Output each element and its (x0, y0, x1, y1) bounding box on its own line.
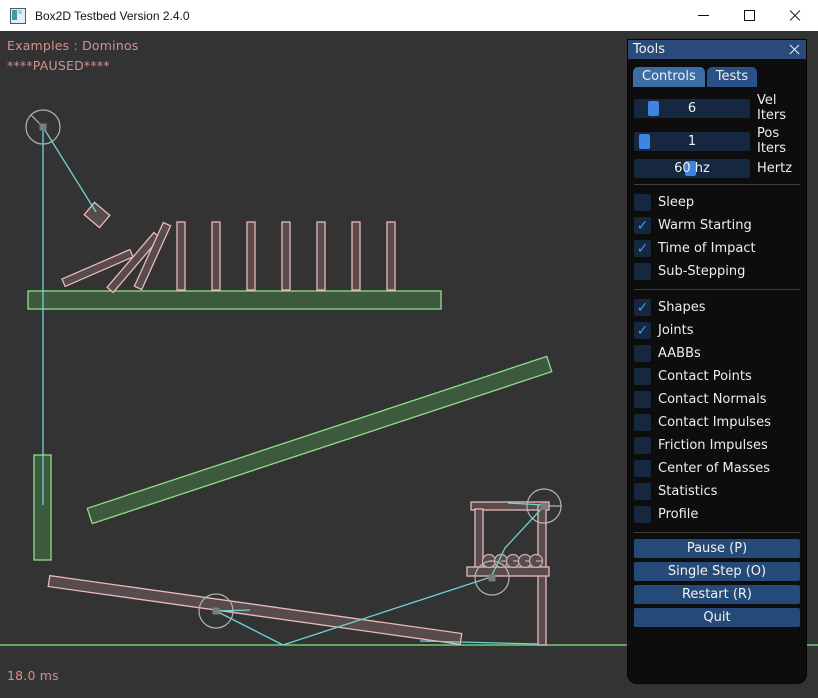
checkbox[interactable] (634, 391, 651, 408)
checkbox-row-joints[interactable]: Joints (634, 319, 800, 342)
paused-label: ****PAUSED**** (7, 58, 110, 73)
minimize-icon (698, 15, 709, 16)
checkbox-row-center-of-masses[interactable]: Center of Masses (634, 457, 800, 480)
frame-left-post (475, 509, 483, 573)
vel-iters-label: Vel Iters (757, 93, 800, 123)
frame-time-label: 18.0 ms (7, 668, 59, 683)
checkbox-row-statistics[interactable]: Statistics (634, 480, 800, 503)
checkbox[interactable] (634, 483, 651, 500)
maximize-button[interactable] (726, 0, 772, 31)
angled-green-plank (87, 356, 552, 523)
window-titlebar[interactable]: Box2D Testbed Version 2.4.0 (0, 0, 818, 31)
domino-standing-7 (387, 222, 395, 290)
tools-panel: Tools Controls Tests 6 Vel Iters (628, 40, 806, 683)
checkbox[interactable] (634, 194, 651, 211)
checkbox[interactable] (634, 345, 651, 362)
hertz-slider[interactable]: 60 hz (634, 159, 750, 178)
anchor-square-1 (40, 124, 47, 131)
separator (634, 184, 800, 185)
single-step-button[interactable]: Single Step (O) (634, 562, 800, 581)
seesaw-plank (48, 576, 461, 645)
checkbox[interactable] (634, 263, 651, 280)
panel-close-icon[interactable] (788, 43, 801, 56)
pause-button[interactable]: Pause (P) (634, 539, 800, 558)
domino-standing-5 (317, 222, 325, 290)
anchor-square-4 (489, 575, 496, 582)
separator (634, 532, 800, 533)
example-label: Examples : Dominos (7, 38, 139, 53)
quit-button[interactable]: Quit (634, 608, 800, 627)
checkbox[interactable] (634, 299, 651, 316)
simulation-canvas[interactable]: Examples : Dominos ****PAUSED**** 18.0 m… (0, 31, 818, 698)
pendulum-box (84, 202, 110, 227)
hertz-label: Hertz (757, 161, 792, 176)
maximize-icon (744, 10, 755, 21)
domino-standing-2 (212, 222, 220, 290)
checkbox-row-contact-points[interactable]: Contact Points (634, 365, 800, 388)
checkbox-row-aabbs[interactable]: AABBs (634, 342, 800, 365)
checkbox-row-sub-stepping[interactable]: Sub-Stepping (634, 260, 800, 283)
domino-platform (28, 291, 441, 309)
close-button[interactable] (772, 0, 818, 31)
vel-iters-slider[interactable]: 6 (634, 99, 750, 118)
domino-standing-1 (177, 222, 185, 290)
tools-panel-title: Tools (633, 42, 665, 57)
app-icon (10, 8, 26, 24)
checkbox[interactable] (634, 437, 651, 454)
close-icon (789, 10, 801, 22)
checkbox-row-warm-starting[interactable]: Warm Starting (634, 214, 800, 237)
checkbox-row-contact-impulses[interactable]: Contact Impulses (634, 411, 800, 434)
tab-tests[interactable]: Tests (707, 67, 757, 87)
restart-button[interactable]: Restart (R) (634, 585, 800, 604)
window-title: Box2D Testbed Version 2.4.0 (35, 9, 190, 23)
domino-standing-3 (247, 222, 255, 290)
app-window: Box2D Testbed Version 2.4.0 (0, 0, 818, 698)
checkbox-row-friction-impulses[interactable]: Friction Impulses (634, 434, 800, 457)
checkbox-row-contact-normals[interactable]: Contact Normals (634, 388, 800, 411)
domino-standing-4 (282, 222, 290, 290)
checkbox-row-time-of-impact[interactable]: Time of Impact (634, 237, 800, 260)
anchor-square-2 (213, 608, 220, 615)
checkbox[interactable] (634, 368, 651, 385)
separator (634, 289, 800, 290)
checkbox[interactable] (634, 460, 651, 477)
checkbox-row-sleep[interactable]: Sleep (634, 191, 800, 214)
checkbox[interactable] (634, 217, 651, 234)
pos-iters-slider[interactable]: 1 (634, 132, 750, 151)
tab-controls[interactable]: Controls (633, 67, 705, 87)
pos-iters-label: Pos Iters (757, 126, 800, 156)
checkbox[interactable] (634, 414, 651, 431)
anchor-square-3 (541, 503, 548, 510)
checkbox[interactable] (634, 322, 651, 339)
checkbox-row-shapes[interactable]: Shapes (634, 296, 800, 319)
checkbox[interactable] (634, 240, 651, 257)
tab-bar: Controls Tests (633, 67, 801, 87)
minimize-button[interactable] (680, 0, 726, 31)
tools-panel-titlebar[interactable]: Tools (628, 40, 806, 59)
checkbox[interactable] (634, 506, 651, 523)
domino-standing-6 (352, 222, 360, 290)
checkbox-row-profile[interactable]: Profile (634, 503, 800, 526)
